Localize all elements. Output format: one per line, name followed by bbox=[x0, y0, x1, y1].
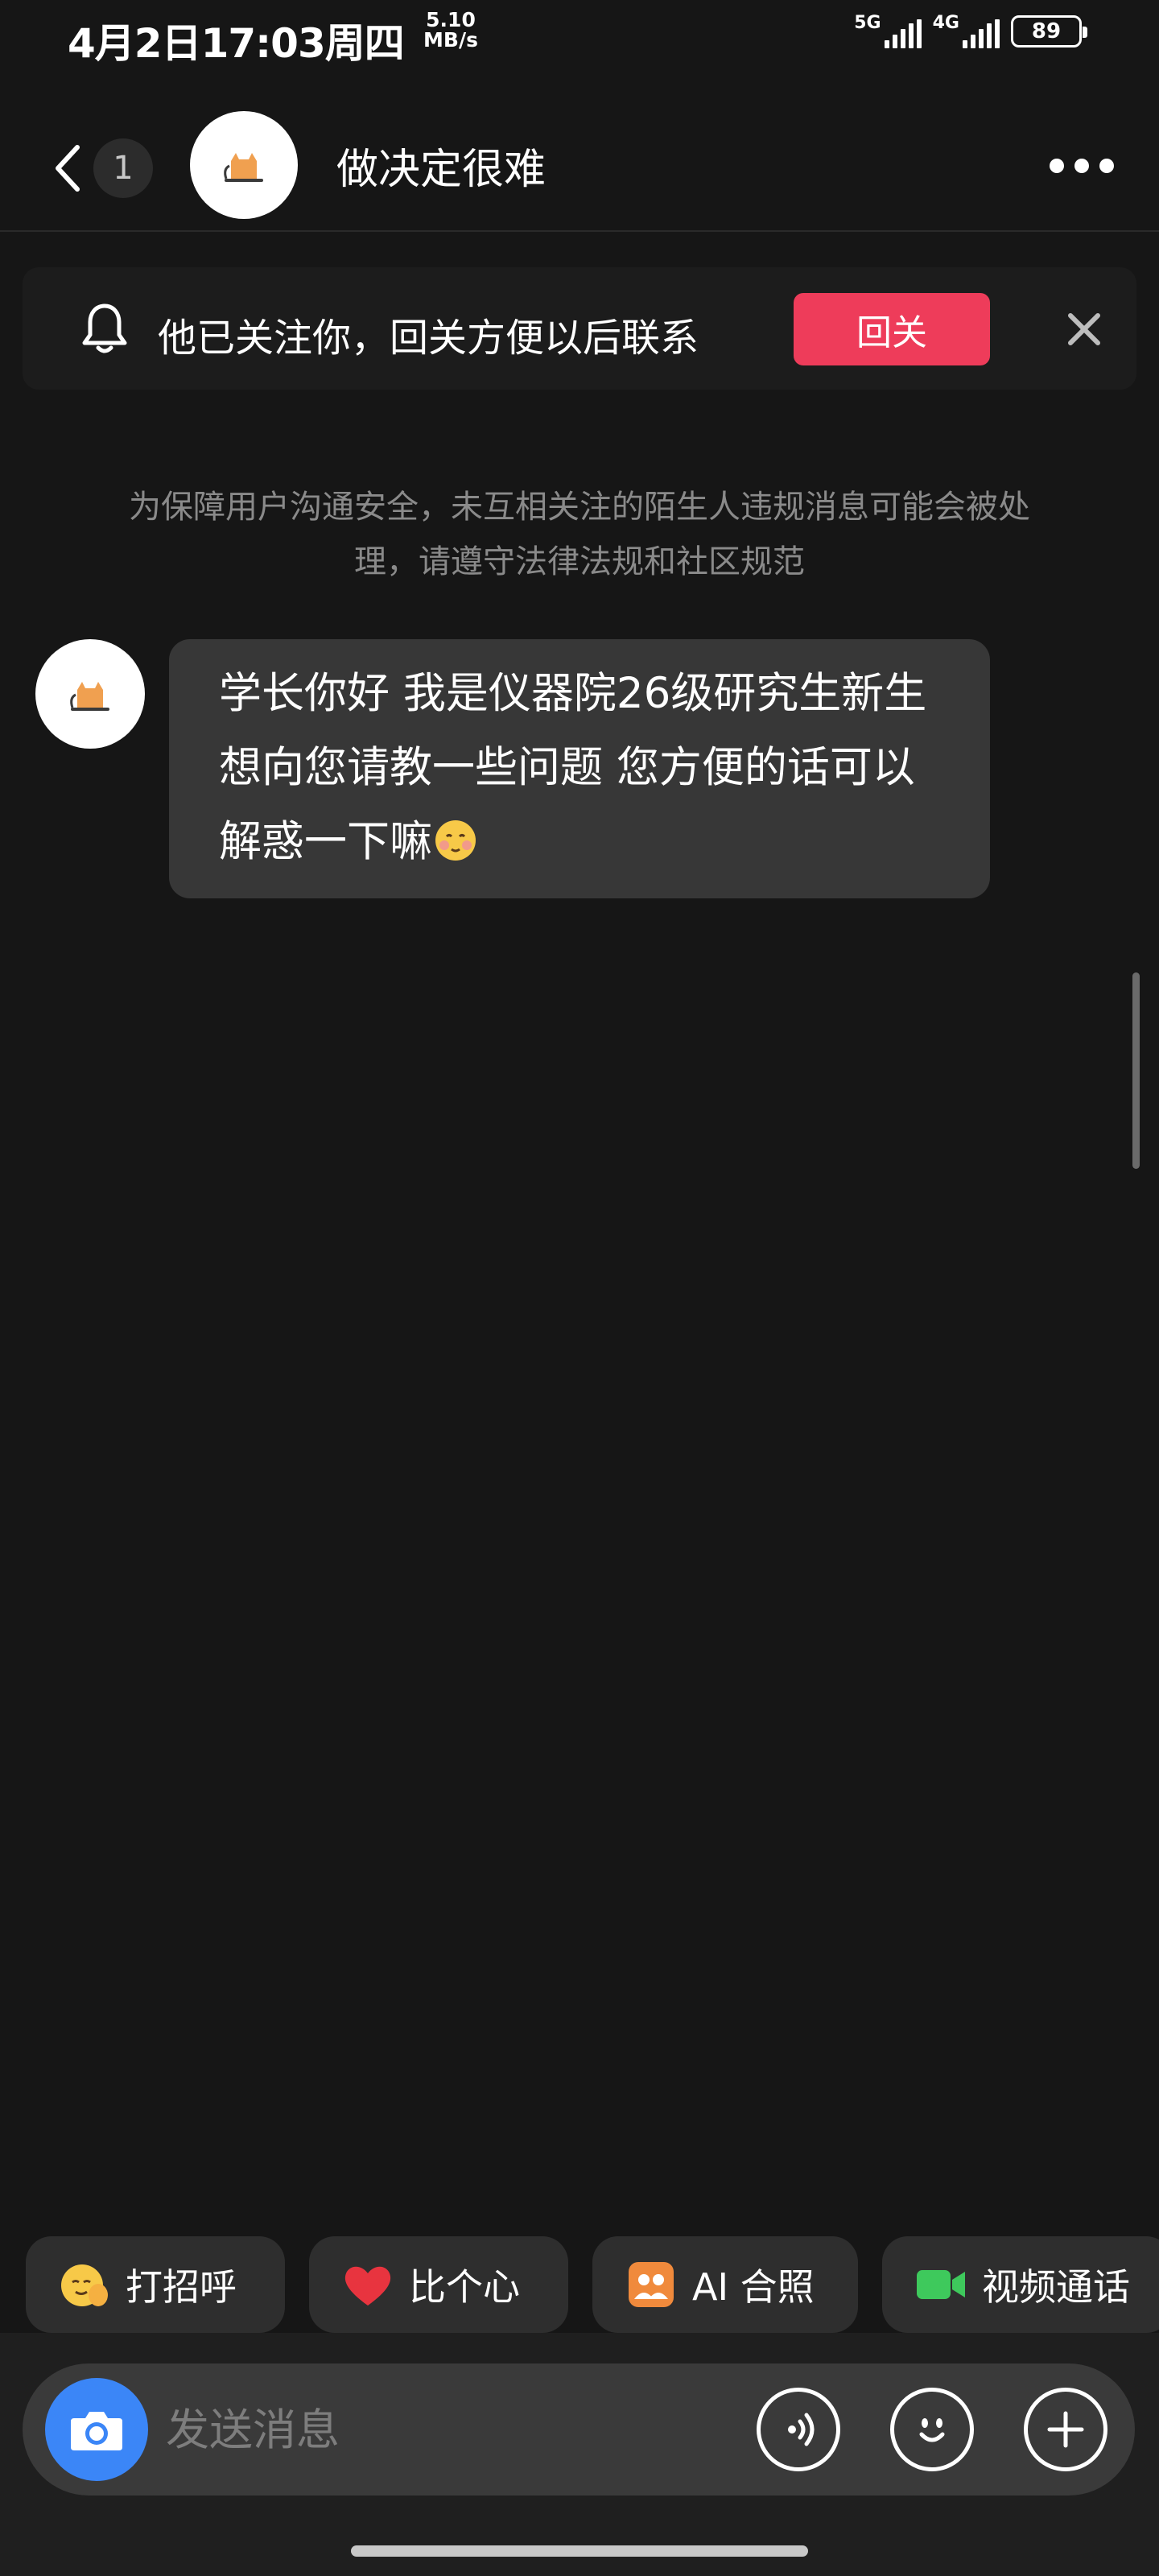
more-dot-icon bbox=[1050, 159, 1064, 173]
header-divider bbox=[0, 230, 1159, 232]
sender-avatar[interactable] bbox=[35, 639, 145, 749]
quick-action-label: 比个心 bbox=[409, 2265, 520, 2309]
quick-action-ai-photo[interactable]: AI 合照 bbox=[592, 2236, 858, 2333]
scrollbar[interactable] bbox=[1132, 972, 1140, 1169]
heart-icon bbox=[341, 2258, 394, 2311]
bell-icon bbox=[82, 303, 127, 353]
signal-5g-icon bbox=[884, 19, 922, 48]
ai-photo-icon bbox=[625, 2258, 678, 2311]
follow-back-banner: 他已关注你，回关方便以后联系 回关 bbox=[23, 267, 1136, 390]
unread-count-badge: 1 bbox=[93, 138, 153, 198]
cat-avatar-icon bbox=[70, 682, 109, 711]
network-4g-label: 4G bbox=[932, 13, 959, 33]
chat-header: 1 做决定很难 bbox=[0, 100, 1159, 229]
wave-emoji-icon bbox=[58, 2258, 111, 2311]
quick-action-label: AI 合照 bbox=[692, 2265, 815, 2309]
close-icon[interactable] bbox=[1064, 309, 1104, 349]
voice-button[interactable] bbox=[757, 2388, 840, 2471]
cat-avatar-icon bbox=[224, 153, 263, 182]
message-text: 学长你好 我是仪器院26级研究生新生 想向您请教一些问题 您方便的话可以解惑一下… bbox=[219, 657, 940, 879]
message-bubble[interactable]: 学长你好 我是仪器院26级研究生新生 想向您请教一些问题 您方便的话可以解惑一下… bbox=[169, 639, 990, 898]
quick-action-heart[interactable]: 比个心 bbox=[309, 2236, 568, 2333]
camera-icon bbox=[71, 2412, 122, 2450]
signal-4g-icon bbox=[963, 19, 1000, 48]
avatar[interactable] bbox=[190, 111, 298, 219]
message-input[interactable] bbox=[166, 2401, 713, 2458]
follow-back-text: 他已关注你，回关方便以后联系 bbox=[158, 316, 699, 361]
camera-button[interactable] bbox=[45, 2378, 148, 2481]
shy-face-emoji-icon bbox=[435, 820, 476, 861]
more-options-button[interactable] bbox=[1050, 156, 1114, 175]
safety-notice: 为保障用户沟通安全，未互相关注的陌生人违规消息可能会被处理，请遵守法律法规和社区… bbox=[129, 489, 1030, 580]
quick-action-greet[interactable]: 打招呼 bbox=[26, 2236, 285, 2333]
battery-level: 89 bbox=[1031, 19, 1062, 43]
emoji-button[interactable] bbox=[890, 2388, 974, 2471]
network-speed-unit: MB/s bbox=[423, 28, 478, 52]
status-indicators: 5G 4G 89 bbox=[854, 11, 1087, 52]
bottom-input-area bbox=[0, 2333, 1159, 2576]
message-content: 学长你好 我是仪器院26级研究生新生 想向您请教一些问题 您方便的话可以解惑一下… bbox=[219, 669, 927, 866]
quick-action-label: 打招呼 bbox=[126, 2265, 237, 2309]
follow-back-button[interactable]: 回关 bbox=[794, 293, 990, 365]
more-dot-icon bbox=[1074, 159, 1089, 173]
voice-wave-icon bbox=[788, 2413, 815, 2446]
network-4g: 4G bbox=[933, 14, 1000, 48]
network-speed-value: 5.10 bbox=[426, 8, 476, 31]
battery-icon: 89 bbox=[1011, 15, 1087, 47]
quick-action-video-call[interactable]: 视频通话 bbox=[882, 2236, 1159, 2333]
more-dot-icon bbox=[1099, 159, 1114, 173]
network-5g-label: 5G bbox=[854, 13, 881, 33]
network-speed: 5.10 MB/s bbox=[419, 10, 483, 50]
home-indicator[interactable] bbox=[351, 2545, 808, 2557]
message-input-bar bbox=[23, 2363, 1135, 2496]
back-button[interactable]: 1 bbox=[53, 138, 163, 198]
network-5g: 5G bbox=[854, 13, 922, 48]
smile-icon bbox=[919, 2418, 945, 2442]
video-camera-icon bbox=[914, 2258, 967, 2311]
chat-title[interactable]: 做决定很难 bbox=[336, 135, 546, 196]
status-time: 4月2日17:03周四 bbox=[68, 20, 405, 67]
quick-actions: 打招呼 比个心 AI 合照 视频通话 bbox=[26, 2236, 1159, 2333]
chevron-left-icon bbox=[56, 145, 80, 192]
plus-icon bbox=[1047, 2411, 1084, 2448]
add-more-button[interactable] bbox=[1024, 2388, 1107, 2471]
quick-action-label: 视频通话 bbox=[982, 2265, 1130, 2309]
status-bar: 4月2日17:03周四 5.10 MB/s 5G 4G 89 bbox=[0, 0, 1159, 72]
